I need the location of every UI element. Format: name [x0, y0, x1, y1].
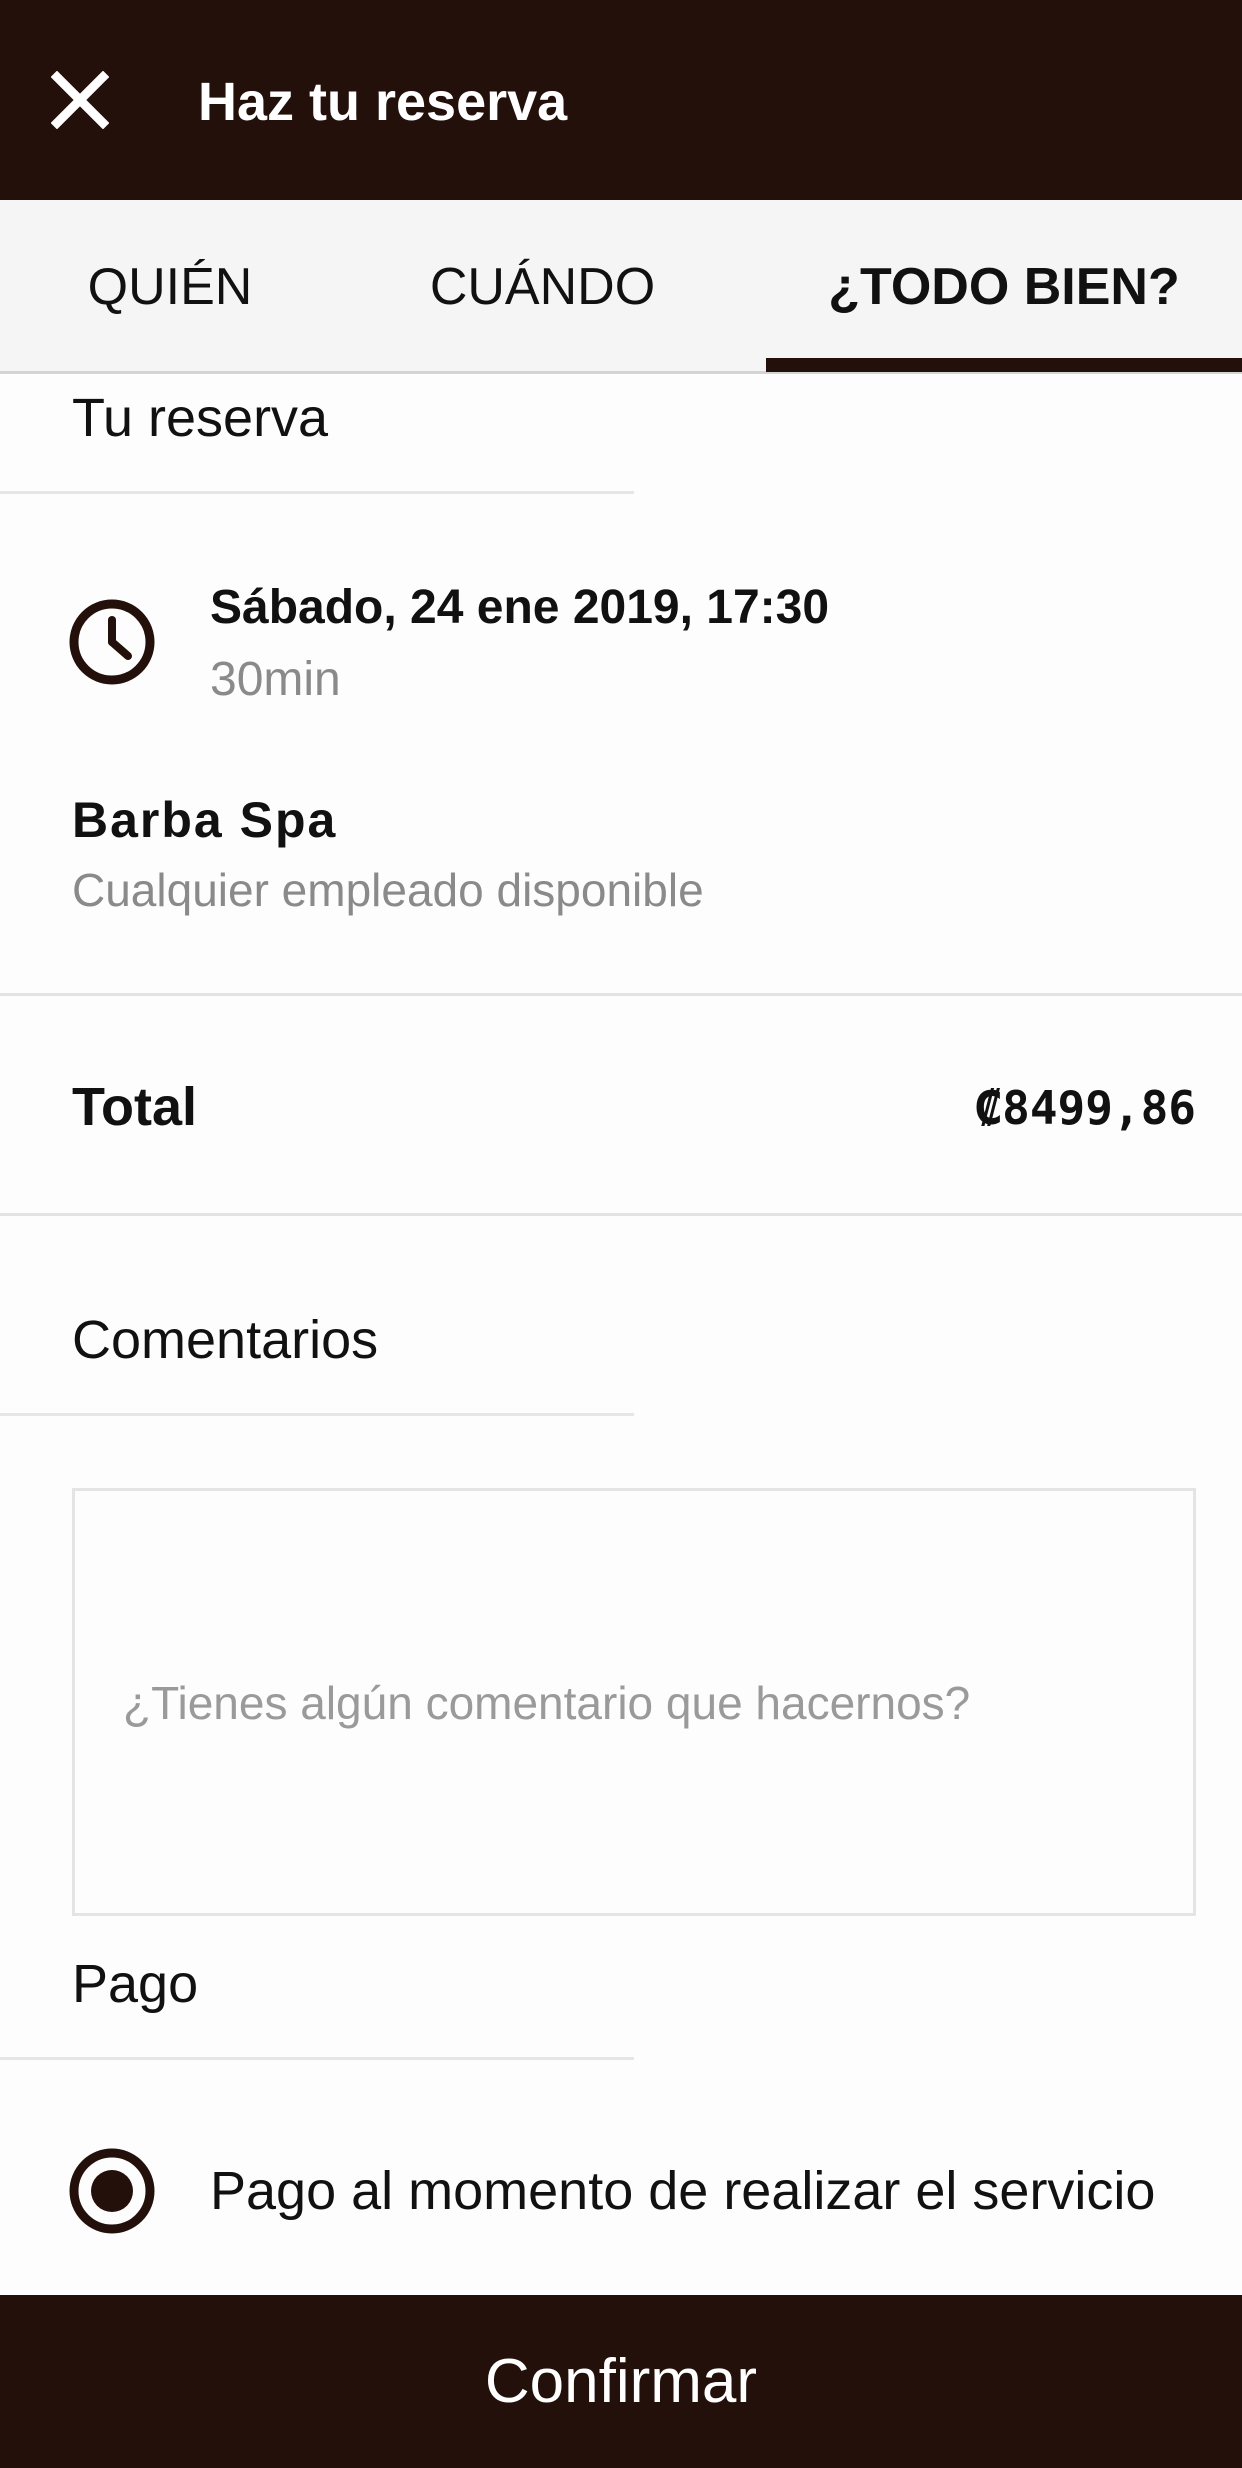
- service-name: Barba Spa: [72, 792, 338, 848]
- clock-icon: [69, 599, 155, 685]
- comments-input[interactable]: [72, 1488, 1196, 1916]
- total-label: Total: [72, 1077, 197, 1137]
- app-bar: Haz tu reserva: [0, 0, 1242, 200]
- step-tabs: QUIÉN CUÁNDO ¿TODO BIEN?: [0, 200, 1242, 374]
- total-divider: [0, 1213, 1242, 1216]
- payment-section-title: Pago: [72, 1954, 199, 2014]
- radio-selected-icon[interactable]: [68, 2147, 156, 2235]
- confirm-button[interactable]: Confirmar: [0, 2295, 1242, 2468]
- comments-section-divider: [0, 1413, 634, 1416]
- page-title: Haz tu reserva: [198, 72, 568, 132]
- booking-divider: [0, 993, 1242, 996]
- booking-section-divider: [0, 491, 634, 494]
- booking-duration: 30min: [210, 653, 341, 706]
- service-staff: Cualquier empleado disponible: [72, 864, 704, 916]
- tab-quien[interactable]: QUIÉN: [60, 200, 280, 374]
- payment-option-label: Pago al momento de realizar el servicio: [210, 2161, 1156, 2221]
- tab-todo-bien[interactable]: ¿TODO BIEN?: [766, 200, 1242, 374]
- booking-date-time: Sábado, 24 ene 2019, 17:30: [210, 581, 830, 634]
- close-button[interactable]: [40, 60, 120, 140]
- payment-section-divider: [0, 2057, 634, 2060]
- payment-option-on-site[interactable]: Pago al momento de realizar el servicio: [68, 2146, 1155, 2236]
- booking-section-title: Tu reserva: [72, 388, 329, 448]
- comments-section-title: Comentarios: [72, 1310, 379, 1370]
- close-icon: [51, 71, 109, 129]
- active-tab-indicator: [766, 358, 1242, 372]
- tab-cuando[interactable]: CUÁNDO: [420, 200, 665, 374]
- total-value: ₡8499,86: [974, 1081, 1196, 1135]
